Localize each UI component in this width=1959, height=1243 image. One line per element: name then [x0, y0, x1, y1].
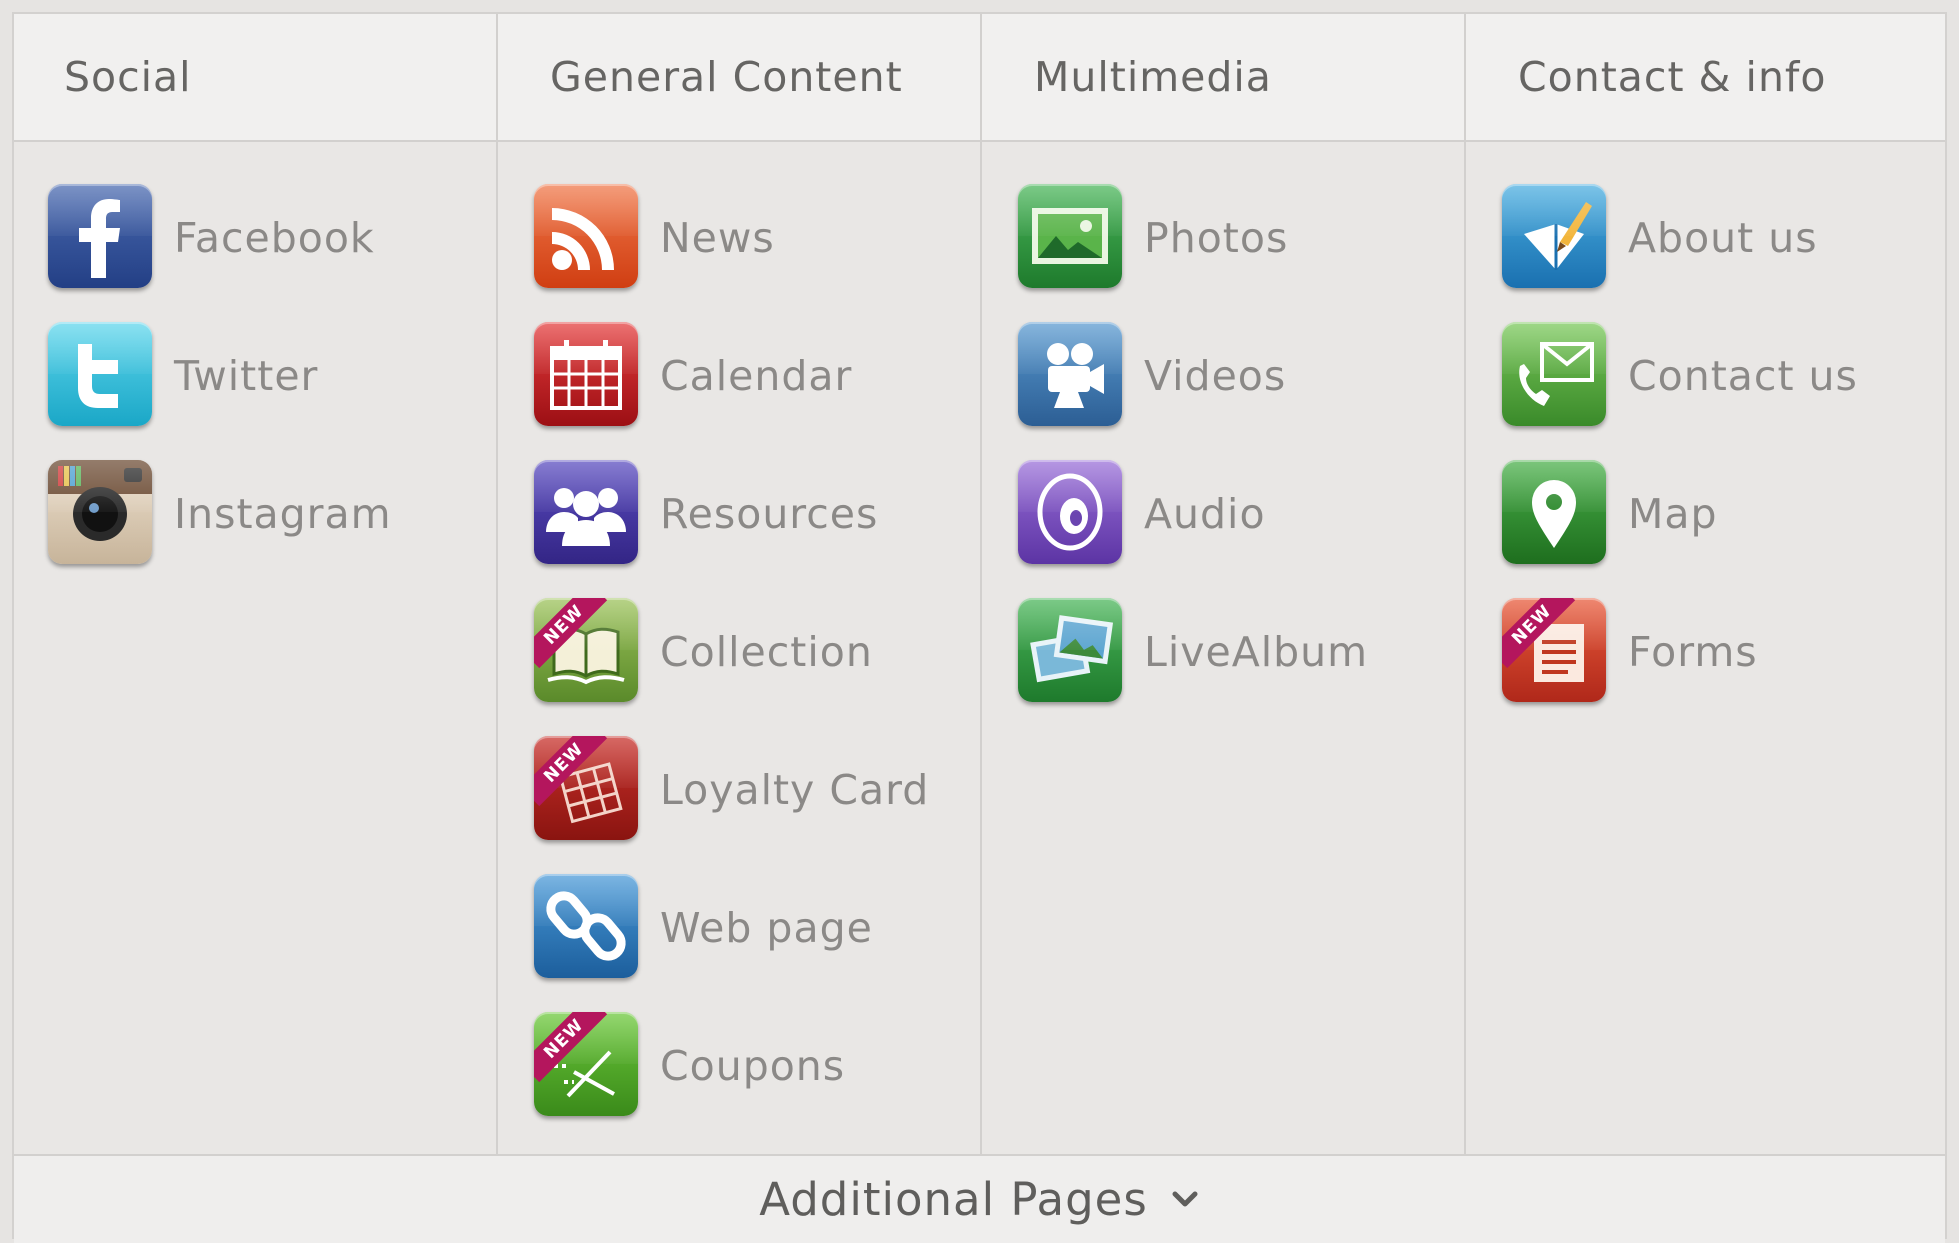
column-general-content: News Calendar Resources NEW Collection N…: [498, 142, 982, 1154]
video-camera-icon: [1018, 322, 1122, 426]
photo-stack-icon: [1018, 598, 1122, 702]
instagram-icon: [48, 460, 152, 564]
item-twitter[interactable]: Twitter: [48, 322, 496, 460]
column-title-multimedia: Multimedia: [982, 14, 1466, 140]
book-icon: NEW: [534, 598, 638, 702]
item-audio[interactable]: Audio: [1018, 460, 1464, 598]
column-title-social: Social: [14, 14, 498, 140]
item-coupons[interactable]: NEW Coupons: [534, 1012, 980, 1150]
item-label: Web page: [660, 904, 873, 952]
item-videos[interactable]: Videos: [1018, 322, 1464, 460]
map-pin-icon: [1502, 460, 1606, 564]
twitter-icon: [48, 322, 152, 426]
item-about-us[interactable]: About us: [1502, 184, 1945, 322]
item-label: Collection: [660, 628, 873, 676]
loyalty-card-icon: NEW: [534, 736, 638, 840]
scissors-icon: NEW: [534, 1012, 638, 1116]
item-label: Forms: [1628, 628, 1758, 676]
page-type-picker: Social General Content Multimedia Contac…: [12, 12, 1947, 1243]
item-label: Resources: [660, 490, 879, 538]
column-contact-info: About us Contact us Map NEW Forms: [1466, 142, 1945, 1154]
item-label: Coupons: [660, 1042, 846, 1090]
link-icon: [534, 874, 638, 978]
about-book-icon: [1502, 184, 1606, 288]
phone-mail-icon: [1502, 322, 1606, 426]
form-icon: NEW: [1502, 598, 1606, 702]
column-headers: Social General Content Multimedia Contac…: [14, 14, 1945, 142]
item-contact-us[interactable]: Contact us: [1502, 322, 1945, 460]
item-label: LiveAlbum: [1144, 628, 1369, 676]
item-news[interactable]: News: [534, 184, 980, 322]
item-calendar[interactable]: Calendar: [534, 322, 980, 460]
item-web-page[interactable]: Web page: [534, 874, 980, 1012]
facebook-icon: [48, 184, 152, 288]
additional-pages-label: Additional Pages: [759, 1173, 1148, 1226]
audio-icon: [1018, 460, 1122, 564]
item-label: Loyalty Card: [660, 766, 930, 814]
column-title-contact-info: Contact & info: [1518, 53, 1827, 101]
item-collection[interactable]: NEW Collection: [534, 598, 980, 736]
item-label: Audio: [1144, 490, 1266, 538]
rss-icon: [534, 184, 638, 288]
photo-icon: [1018, 184, 1122, 288]
item-loyalty-card[interactable]: NEW Loyalty Card: [534, 736, 980, 874]
item-resources[interactable]: Resources: [534, 460, 980, 598]
column-multimedia: Photos Videos Audio LiveAlbum: [982, 142, 1466, 1154]
item-forms[interactable]: NEW Forms: [1502, 598, 1945, 736]
page-type-grid: Facebook Twitter Instagram News Calendar…: [14, 142, 1945, 1154]
item-photos[interactable]: Photos: [1018, 184, 1464, 322]
item-label: Calendar: [660, 352, 853, 400]
item-label: Facebook: [174, 214, 375, 262]
item-instagram[interactable]: Instagram: [48, 460, 496, 598]
item-label: News: [660, 214, 775, 262]
people-icon: [534, 460, 638, 564]
item-label: Contact us: [1628, 352, 1858, 400]
item-label: Videos: [1144, 352, 1287, 400]
item-label: About us: [1628, 214, 1818, 262]
additional-pages-toggle[interactable]: Additional Pages: [14, 1154, 1945, 1243]
item-facebook[interactable]: Facebook: [48, 184, 496, 322]
item-label: Instagram: [174, 490, 392, 538]
item-label: Map: [1628, 490, 1718, 538]
item-livealbum[interactable]: LiveAlbum: [1018, 598, 1464, 736]
item-map[interactable]: Map: [1502, 460, 1945, 598]
calendar-icon: [534, 322, 638, 426]
item-label: Photos: [1144, 214, 1289, 262]
column-social: Facebook Twitter Instagram: [14, 142, 498, 1154]
item-label: Twitter: [174, 352, 319, 400]
column-title-general-content: General Content: [498, 14, 982, 140]
chevron-down-icon: [1172, 1191, 1198, 1206]
